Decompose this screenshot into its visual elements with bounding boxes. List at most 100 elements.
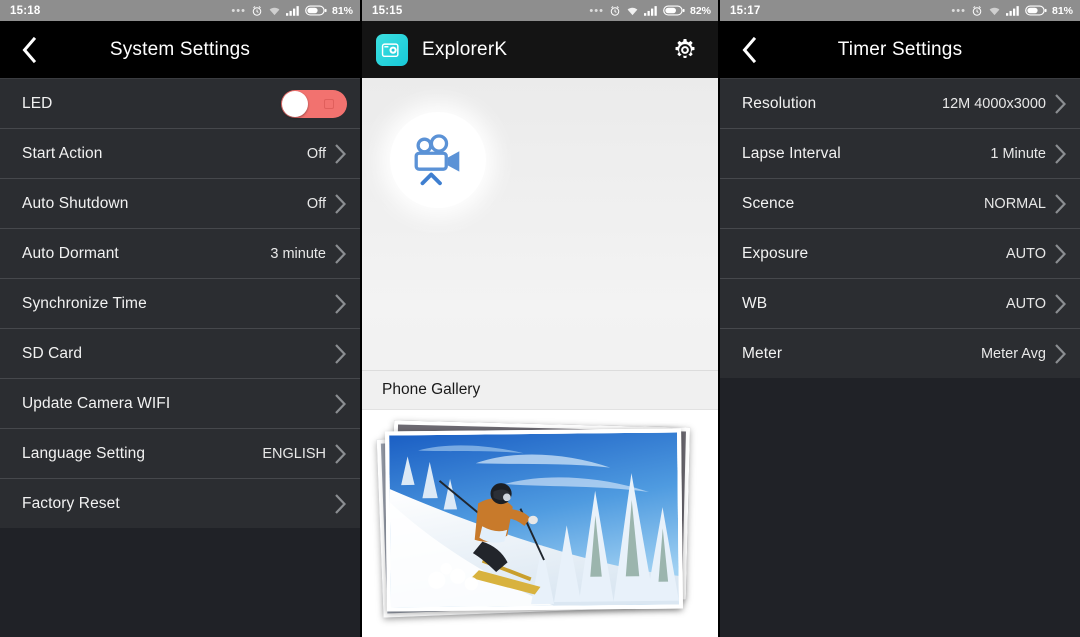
toggle-knob: [282, 90, 308, 117]
row-label: LED: [22, 94, 53, 112]
alarm-clock-icon: [252, 5, 262, 16]
battery-icon: [663, 5, 685, 16]
status-bar-right: 15:17 ••• 81%: [720, 0, 1080, 21]
chevron-right-icon: [1055, 293, 1067, 314]
status-bar-left: 15:18 ••• 81%: [0, 0, 360, 21]
list-item-led[interactable]: LED: [0, 78, 360, 128]
back-chevron-icon[interactable]: [734, 35, 764, 65]
list-empty-area: [720, 378, 1080, 637]
row-label: Lapse Interval: [742, 144, 841, 162]
row-value: 3 minute: [270, 245, 326, 262]
row-label: Update Camera WIFI: [22, 394, 171, 412]
settings-list-left: LED Start Action Off Auto Shutdown Off A…: [0, 78, 360, 637]
gallery-header[interactable]: Phone Gallery: [362, 370, 718, 410]
settings-list-right: Resolution 12M 4000x3000 Lapse Interval …: [720, 78, 1080, 637]
wifi-icon: [989, 7, 1000, 16]
chevron-right-icon: [1055, 243, 1067, 264]
more-dots-icon: •••: [231, 4, 246, 17]
battery-percent: 81%: [331, 4, 353, 17]
row-label: Scence: [742, 194, 795, 212]
page-title: Timer Settings: [837, 38, 963, 60]
app-title: ExplorerK: [422, 38, 508, 60]
screenshot-root: 15:18 ••• 81% System Settings LED Start …: [0, 0, 1080, 637]
signal-bars-icon: [285, 6, 299, 16]
list-item-meter[interactable]: Meter Meter Avg: [720, 328, 1080, 378]
row-value: Meter Avg: [980, 345, 1046, 362]
list-item-update-camera-wifi[interactable]: Update Camera WIFI: [0, 378, 360, 428]
led-toggle-switch[interactable]: [281, 89, 347, 118]
chevron-right-icon: [1055, 193, 1067, 214]
title-bar-right: Timer Settings: [720, 21, 1080, 78]
battery-icon: [1025, 5, 1047, 16]
chevron-right-icon: [335, 193, 347, 214]
movie-camera-icon: [414, 134, 460, 186]
battery-percent: 82%: [689, 4, 711, 17]
row-value: Off: [306, 145, 326, 162]
camera-connect-zone: [362, 78, 718, 370]
chevron-right-icon: [335, 293, 347, 314]
chevron-right-icon: [335, 343, 347, 364]
row-label: Auto Dormant: [22, 244, 119, 262]
chevron-right-icon: [1055, 343, 1067, 364]
alarm-clock-icon: [972, 5, 982, 16]
status-icons: ••• 81%: [231, 5, 353, 17]
list-item-factory-reset[interactable]: Factory Reset: [0, 478, 360, 528]
chevron-right-icon: [335, 143, 347, 164]
list-item-scence[interactable]: Scence NORMAL: [720, 178, 1080, 228]
row-label: SD Card: [22, 344, 83, 362]
page-title: System Settings: [109, 38, 251, 60]
list-item-resolution[interactable]: Resolution 12M 4000x3000: [720, 78, 1080, 128]
list-item-start-action[interactable]: Start Action Off: [0, 128, 360, 178]
row-label: Resolution: [742, 94, 817, 112]
status-time: 15:18: [10, 4, 41, 17]
wifi-icon: [627, 7, 638, 16]
list-item-auto-dormant[interactable]: Auto Dormant 3 minute: [0, 228, 360, 278]
home-body: Phone Gallery: [362, 78, 718, 637]
status-bar-middle: 15:15 ••• 82%: [362, 0, 718, 21]
row-label: Language Setting: [22, 444, 146, 462]
list-item-lapse-interval[interactable]: Lapse Interval 1 Minute: [720, 128, 1080, 178]
row-label: Synchronize Time: [22, 294, 147, 312]
list-item-exposure[interactable]: Exposure AUTO: [720, 228, 1080, 278]
row-label: Meter: [742, 344, 783, 362]
row-value: 1 Minute: [990, 145, 1046, 162]
panel-explorerk-home: 15:15 ••• 82% ExplorerK Phone Gallery: [360, 0, 720, 637]
list-item-auto-shutdown[interactable]: Auto Shutdown Off: [0, 178, 360, 228]
panel-system-settings: 15:18 ••• 81% System Settings LED Start …: [0, 0, 360, 637]
chevron-right-icon: [1055, 93, 1067, 114]
wifi-icon: [269, 7, 280, 16]
chevron-right-icon: [335, 243, 347, 264]
row-value: NORMAL: [983, 195, 1046, 212]
row-label: WB: [742, 294, 768, 312]
chevron-right-icon: [1055, 143, 1067, 164]
title-bar-left: System Settings: [0, 21, 360, 78]
list-item-sd-card[interactable]: SD Card: [0, 328, 360, 378]
status-time: 15:15: [372, 4, 403, 17]
battery-percent: 81%: [1051, 4, 1073, 17]
row-value: ENGLISH: [262, 445, 326, 462]
app-bar: ExplorerK: [362, 21, 718, 78]
gear-icon[interactable]: [668, 33, 702, 67]
row-value: AUTO: [1005, 295, 1046, 312]
camera-app-icon: [376, 33, 408, 66]
row-label: Auto Shutdown: [22, 194, 129, 212]
list-item-language-setting[interactable]: Language Setting ENGLISH: [0, 428, 360, 478]
gallery-header-label: Phone Gallery: [382, 381, 481, 398]
row-value: AUTO: [1005, 245, 1046, 262]
row-label: Factory Reset: [22, 494, 120, 512]
skier-snow-photo[interactable]: [385, 428, 683, 612]
panel-timer-settings: 15:17 ••• 81% Timer Settings Resolution: [720, 0, 1080, 637]
signal-bars-icon: [643, 6, 657, 16]
list-empty-area: [0, 528, 360, 637]
signal-bars-icon: [1005, 6, 1019, 16]
row-label: Start Action: [22, 144, 103, 162]
chevron-up-icon: [420, 172, 442, 186]
list-item-wb[interactable]: WB AUTO: [720, 278, 1080, 328]
list-item-synchronize-time[interactable]: Synchronize Time: [0, 278, 360, 328]
row-value: Off: [306, 195, 326, 212]
alarm-clock-icon: [610, 5, 620, 16]
back-chevron-icon[interactable]: [14, 35, 44, 65]
photo-stack[interactable]: [370, 420, 700, 630]
movie-camera-button[interactable]: [390, 112, 486, 208]
battery-icon: [305, 5, 327, 16]
